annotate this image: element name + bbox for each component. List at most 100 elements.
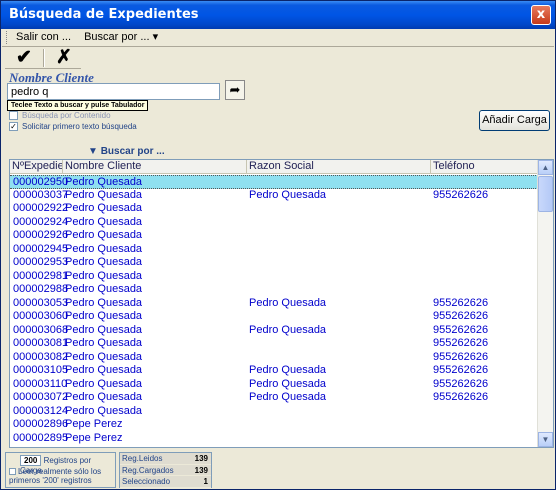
window-title: Búsqueda de Expedientes bbox=[9, 7, 199, 22]
toolbar-separator bbox=[43, 49, 45, 67]
stat-seleccionado-label: Seleccionado bbox=[122, 477, 171, 486]
table-cell: Pedro Quesada bbox=[65, 364, 143, 376]
scroll-down-icon[interactable]: ▼ bbox=[538, 432, 553, 447]
table-cell: 000003037 bbox=[13, 188, 69, 201]
vertical-scrollbar[interactable]: ▲ ▼ bbox=[537, 160, 553, 447]
table-row[interactable]: 000003105 Pedro Quesada Pedro Quesada 95526… bbox=[10, 364, 538, 378]
table-row[interactable]: 000003082 Pedro Quesada 955262626 bbox=[10, 351, 538, 365]
leer-option[interactable]: Leer realmente sólo los primeros '200' r… bbox=[9, 467, 115, 485]
table-row[interactable]: 000003110 Pedro Quesada Pedro Quesada 95526… bbox=[10, 378, 538, 392]
column-nombre-cliente[interactable]: Nombre Cliente bbox=[63, 160, 247, 174]
table-cell: 955262626 bbox=[433, 296, 489, 309]
table-row[interactable]: 000002922 Pedro Quesada bbox=[10, 202, 538, 216]
table-cell: 955262626 bbox=[433, 350, 489, 363]
search-hint-tooltip: Teclee Texto a buscar y pulse Tabulador bbox=[7, 100, 149, 111]
close-icon[interactable]: x bbox=[531, 5, 551, 25]
down-arrow-icon: ▼ bbox=[88, 146, 98, 157]
table-cell: 955262626 bbox=[433, 377, 489, 390]
table-row[interactable]: 000003081 Pedro Quesada 955262626 bbox=[10, 337, 538, 351]
table-cell: Pedro Quesada bbox=[65, 176, 143, 188]
table-cell: Pedro Quesada bbox=[65, 202, 143, 214]
accept-check-icon[interactable]: ✔ bbox=[9, 47, 39, 68]
table-cell: Pedro Quesada bbox=[65, 188, 143, 201]
checkbox-busqueda-contenido[interactable] bbox=[9, 111, 18, 121]
table-row[interactable]: 000002896 Pepe Perez bbox=[10, 418, 538, 432]
column-razon-social[interactable]: Razon Social bbox=[247, 160, 431, 174]
stat-seleccionado-value: 1 bbox=[203, 477, 208, 486]
table-cell: 000003060 bbox=[13, 310, 69, 322]
table-cell: Pedro Quesada bbox=[249, 188, 327, 201]
load-options-panel: 200 Registros por Carga Leer realmente s… bbox=[5, 452, 116, 488]
table-row[interactable]: 000003053 Pedro Quesada Pedro Quesada 95526… bbox=[10, 297, 538, 311]
table-row[interactable]: 000002981 Pedro Quesada bbox=[10, 270, 538, 284]
table-cell: 000002945 bbox=[13, 242, 69, 255]
table-cell: Pedro Quesada bbox=[65, 350, 143, 363]
buscar-por-label: Buscar por ... bbox=[100, 146, 165, 157]
table-cell: Pedro Quesada bbox=[65, 269, 143, 282]
table-cell: Pedro Quesada bbox=[65, 323, 143, 336]
table-cell: 955262626 bbox=[433, 337, 489, 349]
table-cell: 000002981 bbox=[13, 269, 69, 282]
toolbar: ✔ ✗ bbox=[5, 47, 81, 69]
table-cell: Pedro Quesada bbox=[65, 256, 143, 268]
table-cell: Pedro Quesada bbox=[65, 377, 143, 390]
menu-salir-con[interactable]: Salir con ... bbox=[16, 29, 71, 46]
table-cell: 000003110 bbox=[13, 377, 68, 390]
table-row[interactable]: 000002895 Pepe Perez bbox=[10, 432, 538, 446]
table-cell: Pedro Quesada bbox=[249, 377, 327, 390]
go-arrow-icon[interactable]: ➦ bbox=[225, 80, 245, 100]
scroll-up-icon[interactable]: ▲ bbox=[538, 160, 553, 175]
table-row[interactable]: 000002950 Pedro Quesada bbox=[10, 175, 538, 189]
search-input[interactable] bbox=[7, 83, 220, 100]
column-expediente[interactable]: NºExpediente bbox=[10, 160, 63, 174]
table-cell: Pedro Quesada bbox=[65, 229, 143, 241]
column-telefono[interactable]: Teléfono bbox=[431, 160, 538, 174]
table-cell: Pedro Quesada bbox=[65, 337, 143, 349]
table-cell: Pedro Quesada bbox=[65, 242, 143, 255]
table-cell: 000002924 bbox=[13, 215, 69, 228]
table-row[interactable]: 000003037 Pedro Quesada Pedro Quesada 95526… bbox=[10, 189, 538, 203]
scroll-thumb[interactable] bbox=[538, 176, 553, 212]
table-cell: 000003068 bbox=[13, 323, 69, 336]
table-cell: 000003082 bbox=[13, 350, 69, 363]
table-row[interactable]: 000002924 Pedro Quesada bbox=[10, 216, 538, 230]
title-bar: Búsqueda de Expedientes x bbox=[1, 1, 555, 29]
table-cell: 000002922 bbox=[13, 202, 69, 214]
checkbox-leer[interactable] bbox=[9, 468, 16, 476]
buscar-por-link[interactable]: ▼ Buscar por ... bbox=[88, 146, 165, 157]
results-table[interactable]: NºExpediente Nombre Cliente Razon Social… bbox=[9, 159, 554, 448]
table-cell: 000002926 bbox=[13, 229, 69, 241]
table-row[interactable]: 000003072 Pedro Quesada Pedro Quesada 95526… bbox=[10, 391, 538, 405]
option-busqueda-contenido[interactable]: Búsqueda por Contenido bbox=[9, 111, 111, 121]
grip-icon bbox=[6, 31, 9, 44]
table-row[interactable]: 000002953 Pedro Quesada bbox=[10, 256, 538, 270]
checkbox-solicitar-texto[interactable]: ✓ bbox=[9, 122, 18, 132]
cancel-x-icon[interactable]: ✗ bbox=[49, 47, 79, 68]
table-cell: Pedro Quesada bbox=[249, 323, 327, 336]
table-cell: Pedro Quesada bbox=[249, 364, 327, 376]
table-row[interactable]: 000002988 Pedro Quesada bbox=[10, 283, 538, 297]
stat-reg-cargados-value: 139 bbox=[194, 465, 208, 475]
registros-per-load-input[interactable]: 200 bbox=[20, 455, 42, 466]
table-cell: 000002950 bbox=[13, 176, 69, 188]
table-cell: Pedro Quesada bbox=[65, 391, 143, 403]
menu-buscar-por[interactable]: Buscar por ... ▾ bbox=[84, 29, 158, 46]
record-stats-panel: Reg.Leidos 139 Reg.Cargados 139 Selecciona… bbox=[119, 452, 212, 488]
table-row[interactable]: 000002926 Pedro Quesada bbox=[10, 229, 538, 243]
table-cell: Pedro Quesada bbox=[249, 391, 327, 403]
add-carga-button[interactable]: Añadir Carga bbox=[479, 110, 550, 131]
table-row[interactable]: 000003124 Pedro Quesada bbox=[10, 405, 538, 419]
table-row[interactable]: 000003068 Pedro Quesada Pedro Quesada 95526… bbox=[10, 324, 538, 338]
table-cell: Pepe Perez bbox=[65, 431, 123, 444]
table-cell: Pedro Quesada bbox=[65, 215, 143, 228]
table-cell: Pedro Quesada bbox=[65, 296, 143, 309]
table-cell: 955262626 bbox=[433, 310, 489, 322]
table-cell: 000002896 bbox=[13, 418, 69, 430]
menu-bar: Salir con ... Buscar por ... ▾ bbox=[2, 29, 554, 47]
option-solicitar-texto[interactable]: ✓ Solicitar primero texto búsqueda bbox=[9, 122, 137, 132]
table-cell: 000003072 bbox=[13, 391, 69, 403]
leer-option-label: Leer realmente sólo los primeros '200' r… bbox=[9, 467, 102, 485]
table-row[interactable]: 000003060 Pedro Quesada 955262626 bbox=[10, 310, 538, 324]
table-row[interactable]: 000002945 Pedro Quesada bbox=[10, 243, 538, 257]
table-cell: 000003081 bbox=[13, 337, 69, 349]
